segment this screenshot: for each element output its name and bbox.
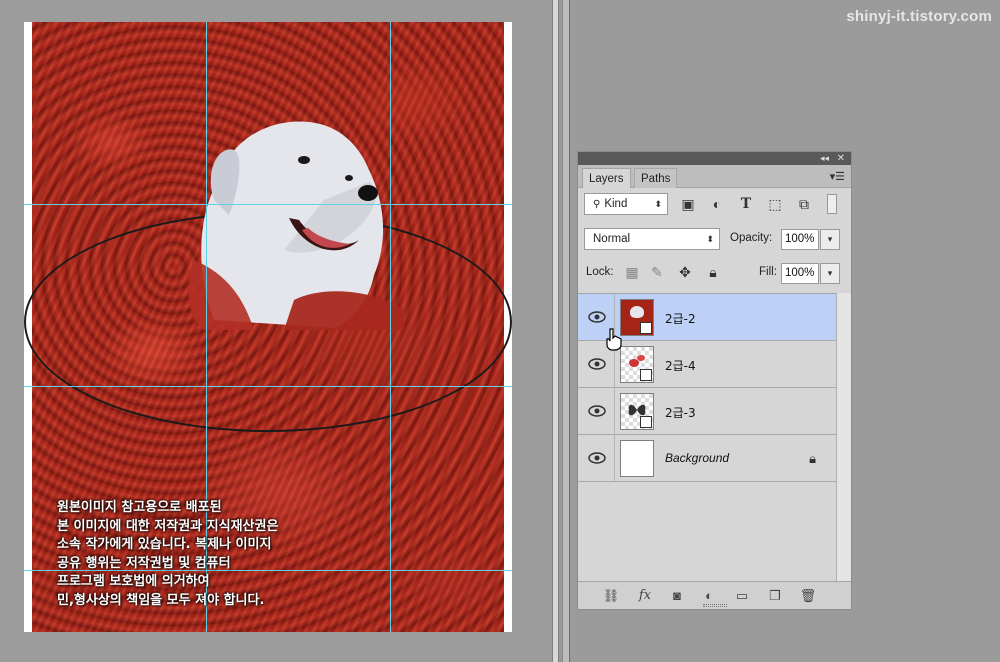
lock-icon: 🔒︎ xyxy=(809,451,816,466)
panel-tabs: Layers Paths ▾☰ xyxy=(578,165,851,188)
notice-line: 원본이미지 참고용으로 배포된 xyxy=(57,500,222,515)
layer-style-fx-icon[interactable]: fx xyxy=(636,588,654,604)
smart-object-badge xyxy=(640,322,652,334)
panel-dock-edge[interactable] xyxy=(562,0,570,662)
adjustment-layer-icon[interactable]: ◐ xyxy=(700,588,718,604)
trash-icon[interactable]: 🗑︎ xyxy=(799,588,817,604)
updown-arrow-icon: ⬍ xyxy=(706,234,714,244)
layer-row[interactable]: 2급-3 xyxy=(578,388,836,435)
lock-label: Lock: xyxy=(586,266,614,278)
fill-label: Fill: xyxy=(759,266,777,278)
layer-name[interactable]: 2급-4 xyxy=(665,357,696,374)
filter-kind-select[interactable]: ⚲ Kind ⬍ xyxy=(584,193,668,215)
shape-filter-icon[interactable]: ⬚ xyxy=(767,196,783,212)
notice-line: 본 이미지에 대한 저작권과 지식재산권은 xyxy=(57,518,279,534)
adjustment-filter-icon[interactable]: ◐ xyxy=(709,196,725,212)
filter-kind-value: Kind xyxy=(604,198,628,210)
layer-row-background[interactable]: Background 🔒︎ xyxy=(578,435,836,482)
guide-vertical[interactable] xyxy=(390,22,391,632)
link-layers-icon[interactable]: ⛓ xyxy=(602,588,620,604)
lock-all-icon[interactable]: 🔒︎ xyxy=(705,264,721,280)
resize-grip[interactable] xyxy=(703,604,727,607)
new-group-folder-icon[interactable]: ▭ xyxy=(733,588,751,604)
fill-input[interactable]: 100% xyxy=(781,263,819,284)
layer-name[interactable]: Background xyxy=(665,451,729,465)
lock-image-pixels-icon[interactable]: ✎ xyxy=(649,264,665,280)
smart-object-badge xyxy=(640,416,652,428)
hand-cursor-icon xyxy=(606,328,622,351)
panel-menu-icon[interactable]: ▾☰ xyxy=(830,170,845,183)
guide-horizontal[interactable] xyxy=(24,204,512,205)
eye-icon[interactable] xyxy=(588,309,606,325)
collapse-icon[interactable]: ◂◂ xyxy=(820,152,829,165)
layers-scrollbar[interactable] xyxy=(836,293,851,581)
layer-thumbnail[interactable] xyxy=(620,393,654,430)
tab-paths[interactable]: Paths xyxy=(634,168,678,188)
smart-object-badge xyxy=(640,369,652,381)
blend-mode-value: Normal xyxy=(593,233,631,245)
layer-thumbnail[interactable] xyxy=(620,440,654,477)
layer-thumbnail[interactable] xyxy=(620,346,654,383)
opacity-label: Opacity: xyxy=(730,232,773,244)
filter-toggle-switch[interactable] xyxy=(827,194,837,214)
layer-name[interactable]: 2급-3 xyxy=(665,404,696,421)
guide-horizontal[interactable] xyxy=(24,386,512,387)
layer-name[interactable]: 2급-2 xyxy=(665,310,696,327)
smart-object-filter-icon[interactable]: ⧉ xyxy=(796,196,812,212)
opacity-input[interactable]: 100% xyxy=(781,229,819,250)
close-icon[interactable]: ✕ xyxy=(837,152,845,165)
type-filter-icon[interactable]: T xyxy=(738,196,754,212)
tab-layers[interactable]: Layers xyxy=(582,168,631,188)
copyright-notice: 원본이미지 참고용으로 배포된 본 이미지에 대한 저작권과 지식재산권은 소속… xyxy=(57,499,278,610)
notice-line: 소속 작가에게 있습니다. 복제나 이미지 xyxy=(57,537,272,552)
panel-title-bar[interactable]: ◂◂ ✕ xyxy=(578,152,851,165)
eye-icon[interactable] xyxy=(588,450,606,466)
pixel-filter-icon[interactable]: ▣ xyxy=(680,196,696,212)
updown-arrow-icon: ⬍ xyxy=(654,199,662,209)
notice-line: 공유 행위는 저작권법 및 컴퓨터 xyxy=(57,555,231,571)
eye-icon[interactable] xyxy=(588,356,606,372)
lock-transparent-pixels-icon[interactable]: ▦ xyxy=(624,264,640,280)
panel-splitter[interactable] xyxy=(552,0,559,662)
dog-image xyxy=(188,121,404,330)
notice-line: 민,형사상의 책임을 모두 져야 합니다. xyxy=(57,592,265,608)
opacity-dropdown-button[interactable]: ▾ xyxy=(820,229,840,250)
document-workspace: 원본이미지 참고용으로 배포된 본 이미지에 대한 저작권과 지식재산권은 소속… xyxy=(0,0,552,662)
notice-line: 프로그램 보호법에 의거하여 xyxy=(57,574,210,589)
blend-mode-select[interactable]: Normal ⬍ xyxy=(584,228,720,250)
layer-thumbnail[interactable] xyxy=(620,299,654,336)
lock-position-icon[interactable]: ✥ xyxy=(677,264,693,280)
search-icon: ⚲ xyxy=(593,199,601,210)
document-canvas[interactable]: 원본이미지 참고용으로 배포된 본 이미지에 대한 저작권과 지식재산권은 소속… xyxy=(24,22,512,632)
layers-panel: ◂◂ ✕ Layers Paths ▾☰ ⚲ Kind ⬍ ▣ ◐ T ⬚ ⧉ N… xyxy=(577,151,852,610)
watermark-text: shinyj-it.tistory.com xyxy=(846,8,992,25)
new-layer-icon[interactable]: ❐ xyxy=(766,588,784,604)
eye-icon[interactable] xyxy=(588,403,606,419)
fill-dropdown-button[interactable]: ▾ xyxy=(820,263,840,284)
add-mask-icon[interactable]: ◙ xyxy=(668,588,686,604)
